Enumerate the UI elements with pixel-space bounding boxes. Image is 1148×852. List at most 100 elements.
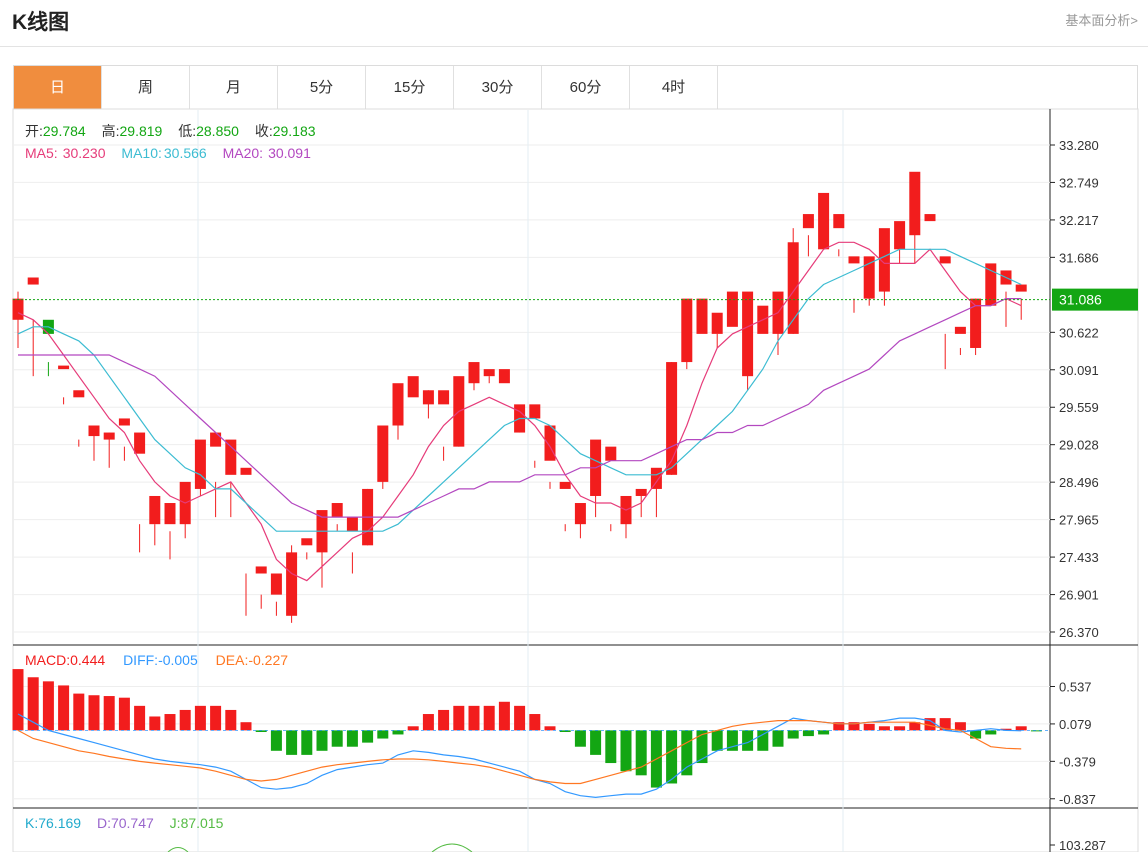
macd-label: MACD: (25, 652, 70, 668)
candle-body (194, 439, 206, 489)
macd-bar (468, 705, 480, 731)
candle-body (498, 369, 510, 384)
y-tick-label: -0.379 (1059, 754, 1096, 769)
candle-body (711, 312, 723, 334)
macd-bar (878, 726, 890, 731)
candle-body (954, 326, 966, 334)
candle-body (483, 369, 495, 377)
y-tick-label: 27.433 (1059, 550, 1099, 565)
diff-value: -0.005 (158, 652, 198, 668)
candle-body (225, 439, 237, 475)
candle-body (681, 298, 693, 363)
macd-bar (863, 723, 875, 731)
macd-bar (286, 730, 298, 755)
macd-bar (422, 714, 434, 731)
y-tick-label: 26.370 (1059, 625, 1099, 640)
candle-body (529, 404, 541, 419)
candle-body (27, 277, 39, 285)
candle-body (377, 425, 389, 482)
candle-body (863, 256, 875, 299)
y-tick-label: 26.901 (1059, 588, 1099, 603)
macd-bar (118, 697, 130, 731)
k-value: 76.169 (38, 815, 81, 831)
candle-body (346, 517, 358, 532)
macd-bar (498, 701, 510, 731)
macd-bar (73, 693, 85, 731)
candle-body (422, 390, 434, 405)
ma20-value: 30.091 (268, 145, 311, 161)
candle-body (939, 256, 951, 264)
ma5-value: 30.230 (63, 145, 106, 161)
dea-value: -0.227 (248, 652, 288, 668)
d-value: 70.747 (111, 815, 154, 831)
candle-body (924, 214, 936, 222)
macd-bar (240, 722, 252, 731)
candle-body (134, 432, 146, 454)
dea-label: DEA: (216, 652, 249, 668)
candle-body (12, 298, 24, 320)
macd-bar (453, 705, 465, 731)
candle-body (407, 376, 419, 398)
open-value: 29.784 (43, 123, 86, 139)
y-tick-label: 27.965 (1059, 513, 1099, 528)
macd-bar (514, 705, 526, 731)
high-label: 高: (102, 123, 120, 139)
current-price-value: 31.086 (1059, 292, 1102, 308)
candle-body (392, 383, 404, 426)
macd-bar (1015, 726, 1027, 731)
ma5-label: MA5: (25, 145, 58, 161)
candle-body (559, 481, 571, 489)
candle-body (73, 390, 85, 398)
macd-bar (483, 705, 495, 731)
macd-bar (681, 730, 693, 776)
candle-body (1015, 284, 1027, 292)
candle-body (149, 495, 161, 525)
macd-bar (954, 722, 966, 731)
d-label: D: (97, 815, 111, 831)
macd-bar (696, 730, 708, 764)
candle-body (88, 425, 100, 437)
macd-bar (574, 730, 586, 747)
candle-body (468, 362, 480, 384)
y-tick-label: 30.622 (1059, 325, 1099, 340)
candle-body (650, 467, 662, 489)
candle-body (574, 503, 586, 525)
candle-body (833, 214, 845, 229)
candle-body (909, 171, 921, 236)
y-tick-label: 29.028 (1059, 438, 1099, 453)
macd-value: 0.444 (70, 652, 105, 668)
candlestick-series (12, 171, 1027, 623)
macd-bar (985, 730, 997, 735)
candle-body (544, 425, 556, 461)
macd-bar (438, 709, 450, 731)
close-label: 收: (255, 123, 273, 139)
j-value: 87.015 (181, 815, 224, 831)
macd-bar (134, 705, 146, 731)
macd-bar (88, 695, 100, 731)
candle-body (286, 552, 298, 616)
macd-bar (149, 716, 161, 731)
macd-bar (103, 696, 115, 731)
ma10-value: 30.566 (164, 145, 207, 161)
macd-bar (802, 730, 814, 737)
close-value: 29.183 (273, 123, 316, 139)
macd-bar (225, 709, 237, 731)
candle-body (331, 503, 343, 518)
diff-label: DIFF: (123, 652, 158, 668)
candle-body (605, 446, 617, 461)
candle-body (742, 291, 754, 377)
macd-bar (301, 730, 313, 755)
y-tick-label: 0.079 (1059, 717, 1092, 732)
y-tick-label: 29.559 (1059, 400, 1099, 415)
candle-body (210, 432, 222, 447)
candle-body (894, 221, 906, 250)
candle-body (696, 298, 708, 334)
macd-bar (818, 730, 830, 735)
macd-bar (12, 669, 24, 731)
macd-bar (164, 714, 176, 731)
candle-body (666, 362, 678, 475)
candle-body (818, 192, 830, 250)
candle-body (58, 365, 70, 370)
macd-bar (590, 730, 602, 755)
y-tick-label: 32.749 (1059, 175, 1099, 190)
